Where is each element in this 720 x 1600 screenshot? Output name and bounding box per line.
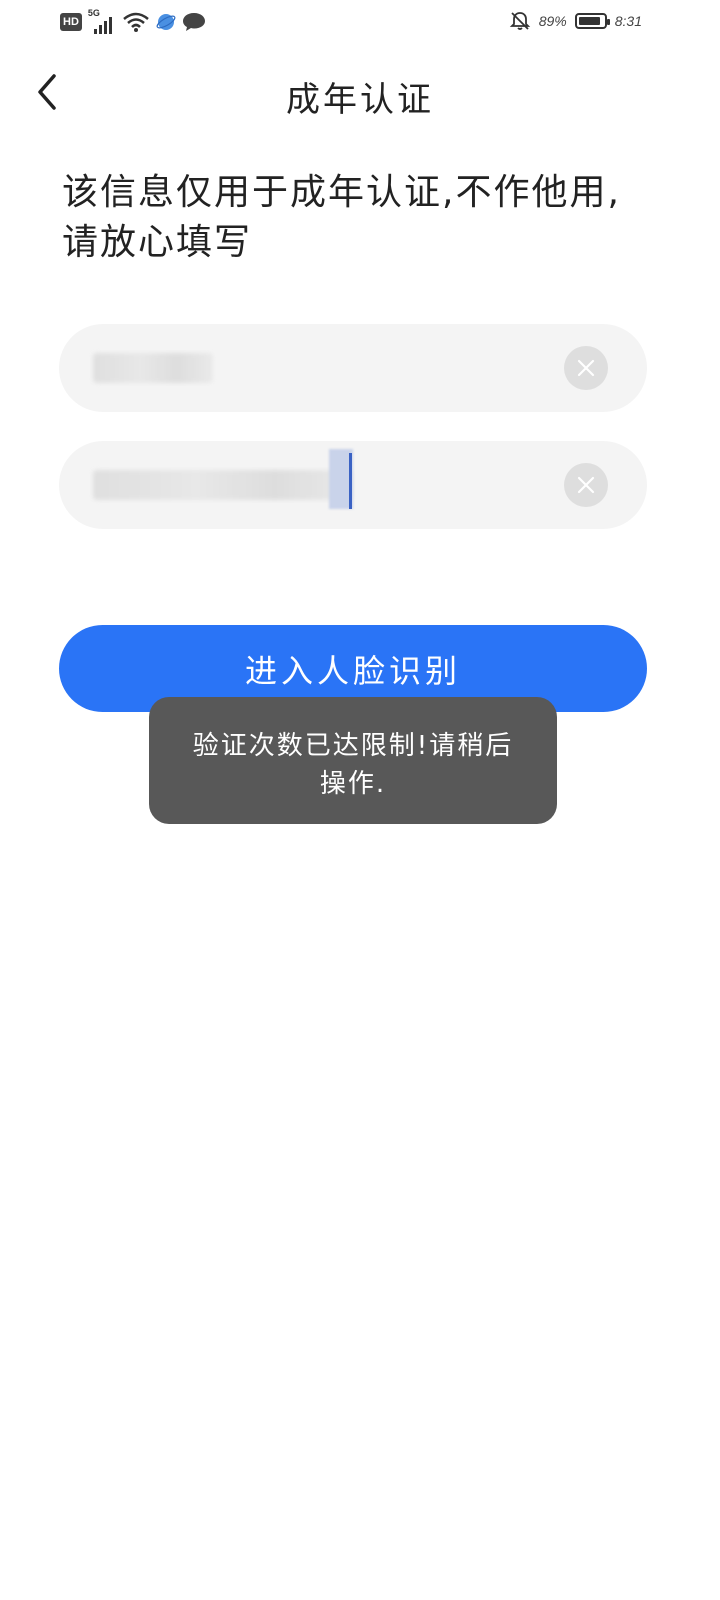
status-bar-right: 89% 8:31 <box>509 10 642 32</box>
toast-message: 验证次数已达限制!请稍后操作. <box>149 697 557 824</box>
masked-value <box>93 470 353 500</box>
clear-name-button[interactable] <box>564 346 608 390</box>
header: 成年认证 <box>0 58 720 130</box>
intro-text: 该信息仅用于成年认证,不作他用,请放心填写 <box>62 172 621 263</box>
clear-icon <box>577 476 595 494</box>
status-time: 8:31 <box>614 13 642 29</box>
text-cursor <box>349 453 352 509</box>
status-bar-left: HD 5G <box>60 8 206 34</box>
page-title: 成年认证 <box>286 80 434 120</box>
battery-icon <box>574 13 610 29</box>
battery-percent: 89% <box>538 13 567 29</box>
clear-id-button[interactable] <box>564 463 608 507</box>
name-field[interactable] <box>59 324 647 412</box>
chat-icon <box>182 13 205 31</box>
clear-icon <box>577 359 595 377</box>
id-number-field[interactable] <box>59 441 647 529</box>
wifi-icon <box>123 12 149 32</box>
signal-icon: 5G <box>88 8 116 34</box>
masked-value <box>93 353 213 383</box>
battery-fill <box>578 17 600 25</box>
status-bar: HD 5G 89% 8:31 <box>0 0 720 48</box>
mute-bell-icon <box>509 12 530 30</box>
browser-icon <box>156 14 176 30</box>
hd-icon: HD <box>60 13 82 31</box>
